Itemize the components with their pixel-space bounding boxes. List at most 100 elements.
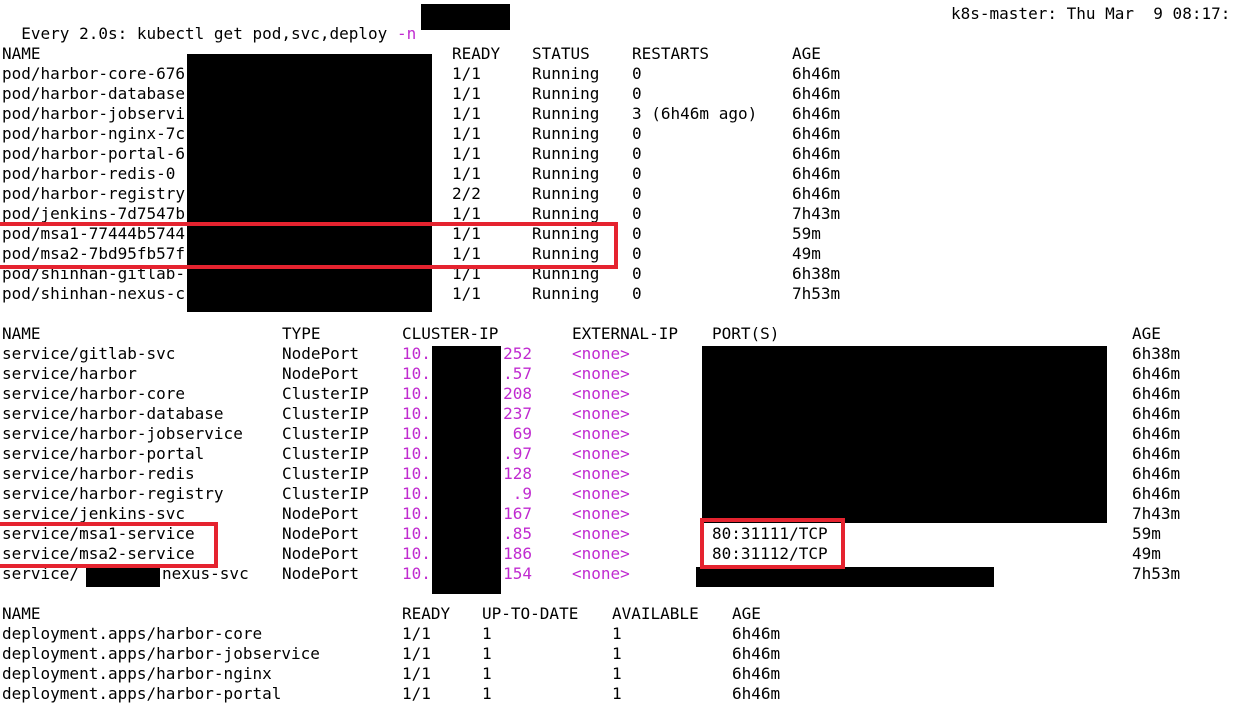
deployments-header-age: AGE [732,604,761,623]
external-ip: <none> [572,444,630,463]
pod-status: Running [532,144,600,163]
pod-status: Running [532,104,600,123]
external-ip: <none> [572,364,630,383]
service-age: 7h43m [1132,504,1181,523]
pod-age: 6h46m [792,164,841,183]
pod-age: 7h53m [792,284,841,303]
service-age: 6h46m [1132,364,1181,383]
pod-ready: 1/1 [452,284,481,303]
cluster-ip-prefix: 10. [402,544,431,563]
cluster-ip-prefix: 10. [402,484,431,503]
cluster-ip-redaction [432,346,501,594]
pod-name: pod/harbor-core-676 [2,64,186,83]
service-age: 6h46m [1132,464,1181,483]
pod-ready: 1/1 [452,84,481,103]
ports-redaction-last [696,567,994,587]
pod-restarts: 0 [632,84,642,103]
pod-name: pod/harbor-portal-6 [2,144,186,163]
service-name: service/harbor [2,364,137,383]
pod-name: pod/harbor-nginx-7c [2,124,186,143]
deployment-up-to-date: 1 [482,624,492,643]
deployment-ready: 1/1 [402,684,431,703]
service-type: NodePort [282,524,360,543]
external-ip: <none> [572,384,630,403]
service-name: service/harbor-registry [2,484,224,503]
pod-age: 6h46m [792,124,841,143]
external-ip: <none> [572,524,630,543]
pod-status: Running [532,184,600,203]
service-type: NodePort [282,504,360,523]
service-type: ClusterIP [282,484,369,503]
pod-status: Running [532,164,600,183]
service-type: NodePort [282,344,360,363]
cluster-ip-prefix: 10. [402,404,431,423]
pod-ready: 1/1 [452,204,481,223]
pod-age: 6h46m [792,144,841,163]
service-age: 49m [1132,544,1161,563]
cluster-ip-prefix: 10. [402,564,431,583]
pods-header-status: STATUS [532,44,590,63]
service-name: service/gitlab-svc [2,344,176,363]
pod-name: pod/harbor-registry [2,184,186,203]
cluster-ip-prefix: 10. [402,444,431,463]
service-age: 6h46m [1132,404,1181,423]
service-type: ClusterIP [282,404,369,423]
pod-restarts: 0 [632,224,642,243]
pod-restarts: 0 [632,264,642,283]
pod-status: Running [532,84,600,103]
deployment-ready: 1/1 [402,664,431,683]
pod-restarts: 0 [632,164,642,183]
service-age: 59m [1132,524,1161,543]
external-ip: <none> [572,344,630,363]
external-ip: <none> [572,424,630,443]
pod-age: 49m [792,244,821,263]
pod-ready: 1/1 [452,64,481,83]
pod-ready: 1/1 [452,104,481,123]
service-age: 6h46m [1132,444,1181,463]
pod-age: 6h46m [792,84,841,103]
host-time: k8s-master: Thu Mar 9 08:17: [951,4,1231,23]
watch-header: Every 2.0s: kubectl get pod,svc,deploy -… [2,4,416,43]
deployment-up-to-date: 1 [482,684,492,703]
cluster-ip-prefix: 10. [402,344,431,363]
pod-age: 6h46m [792,64,841,83]
ports-redaction [702,346,1107,523]
pod-age: 6h46m [792,184,841,203]
service-name: service/harbor-redis [2,464,195,483]
services-header-type: TYPE [282,324,321,343]
deployment-available: 1 [612,644,622,663]
cluster-ip-prefix: 10. [402,424,431,443]
deployment-available: 1 [612,664,622,683]
pod-age: 7h43m [792,204,841,223]
deployments-header-uptodate: UP-TO-DATE [482,604,579,623]
service-name: service/harbor-portal [2,444,205,463]
deployment-age: 6h46m [732,644,781,663]
msa-pods-highlight [0,222,618,269]
service-type: NodePort [282,544,360,563]
pod-name: pod/jenkins-7d7547b [2,204,186,223]
service-type: NodePort [282,564,360,583]
service-type: ClusterIP [282,424,369,443]
deployment-age: 6h46m [732,664,781,683]
external-ip: <none> [572,564,630,583]
cluster-ip-prefix: 10. [402,524,431,543]
watch-command: Every 2.0s: kubectl get pod,svc,deploy [21,24,397,43]
pod-restarts: 0 [632,184,642,203]
pod-name: pod/harbor-redis-0 [2,164,176,183]
deployments-header-name: NAME [2,604,41,623]
pod-ready: 1/1 [452,144,481,163]
service-type: ClusterIP [282,464,369,483]
service-age: 6h46m [1132,384,1181,403]
service-name: service/harbor-core [2,384,186,403]
services-header-age: AGE [1132,324,1161,343]
namespace-flag: -n [396,24,417,43]
deployments-header-available: AVAILABLE [612,604,699,623]
pod-restarts: 0 [632,64,642,83]
pod-status: Running [532,64,600,83]
service-age: 7h53m [1132,564,1181,583]
external-ip: <none> [572,404,630,423]
pod-restarts: 0 [632,144,642,163]
pod-restarts: 0 [632,244,642,263]
cluster-ip-prefix: 10. [402,464,431,483]
pod-restarts: 3 (6h46m ago) [632,104,758,123]
